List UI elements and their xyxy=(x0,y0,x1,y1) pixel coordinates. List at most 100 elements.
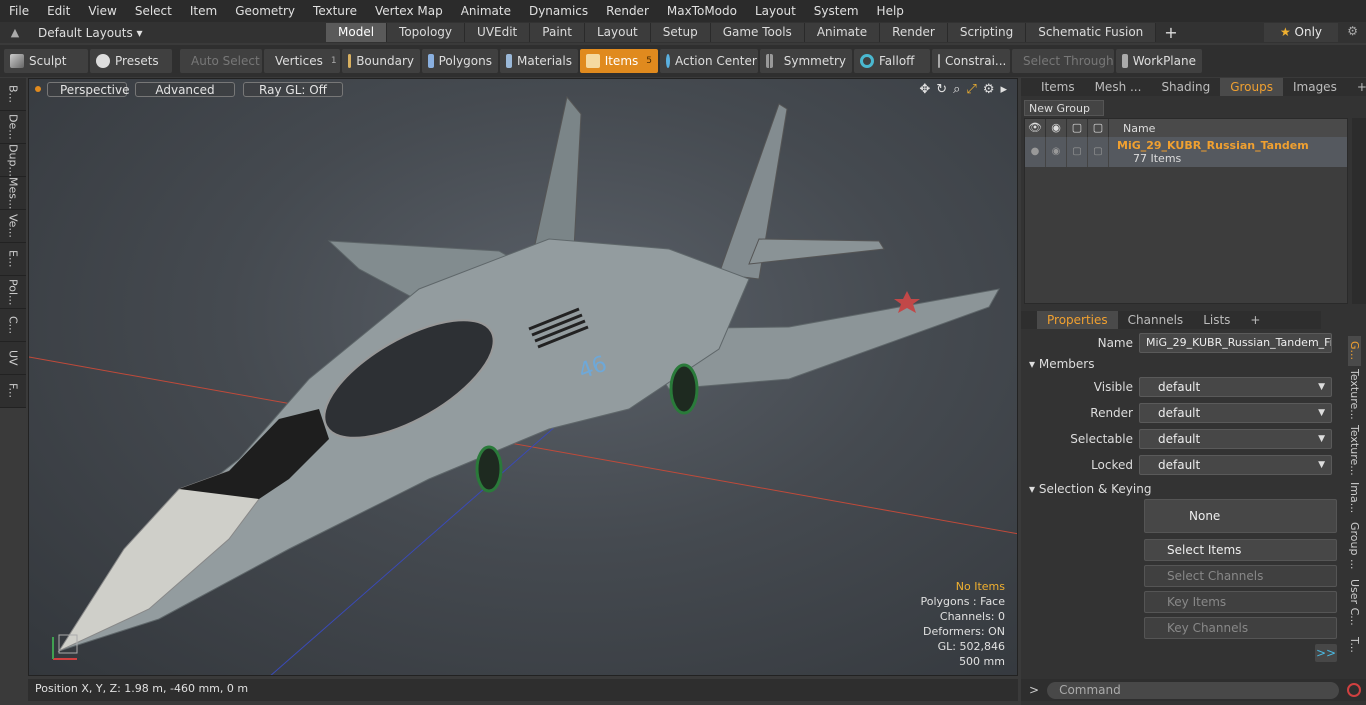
default-layouts-dropdown[interactable]: Default Layouts ▾ xyxy=(30,26,180,40)
menu-animate[interactable]: Animate xyxy=(452,0,520,22)
lock-toggle-icon[interactable]: ▢ xyxy=(1067,137,1088,167)
side-tab-2[interactable]: Texture... xyxy=(1348,422,1361,478)
visibility-toggle-icon[interactable]: ● xyxy=(1025,137,1046,167)
perspective-button[interactable]: Perspective xyxy=(47,81,130,97)
members-section[interactable]: ▾ Members xyxy=(1029,357,1094,371)
select-items-button[interactable]: Select Items xyxy=(1144,539,1337,561)
none-button[interactable]: None xyxy=(1144,499,1337,533)
new-group-button[interactable]: New Group xyxy=(1024,100,1104,116)
tab-images[interactable]: Images xyxy=(1283,78,1347,96)
layout-arrow-icon[interactable]: ▲ xyxy=(0,26,30,39)
menu-view[interactable]: View xyxy=(79,0,125,22)
menu-vertex-map[interactable]: Vertex Map xyxy=(366,0,452,22)
falloff-button[interactable]: Falloff xyxy=(854,49,930,73)
side-tab-6[interactable]: T... xyxy=(1348,630,1361,660)
side-tab-5[interactable]: User C... xyxy=(1348,574,1361,630)
render-toggle-icon[interactable]: ◉ xyxy=(1046,137,1067,167)
materials-button[interactable]: Materials xyxy=(500,49,578,73)
raygl-button[interactable]: Ray GL: Off xyxy=(243,81,343,97)
menu-system[interactable]: System xyxy=(805,0,868,22)
left-tab-2[interactable]: Dup... xyxy=(0,144,26,177)
selectable-dropdown[interactable]: default ▼ xyxy=(1139,429,1332,449)
side-tab-0[interactable]: G... xyxy=(1348,336,1361,366)
constraints-button[interactable]: Constrai... xyxy=(932,49,1010,73)
group-list-scrollbar[interactable] xyxy=(1352,118,1366,304)
tab-paint[interactable]: Paint xyxy=(530,23,585,42)
zoom-view-icon[interactable]: ⌕ xyxy=(953,82,960,97)
locked-dropdown[interactable]: default ▼ xyxy=(1139,455,1332,475)
menu-select[interactable]: Select xyxy=(126,0,181,22)
menu-layout[interactable]: Layout xyxy=(746,0,805,22)
left-tab-0[interactable]: B... xyxy=(0,78,26,111)
left-tab-9[interactable]: F... xyxy=(0,375,26,408)
rotate-view-icon[interactable]: ↻ xyxy=(936,82,947,97)
key-items-button[interactable]: Key Items xyxy=(1144,591,1337,613)
tab-schematic-fusion[interactable]: Schematic Fusion xyxy=(1026,23,1157,42)
tab-properties[interactable]: Properties xyxy=(1037,311,1118,329)
left-tab-6[interactable]: Pol... xyxy=(0,276,26,309)
tab-render[interactable]: Render xyxy=(880,23,948,42)
viewport-more-icon[interactable]: ▸ xyxy=(1000,82,1007,97)
add-panel-tab-icon[interactable]: + xyxy=(1347,78,1366,96)
items-button[interactable]: Items 5 xyxy=(580,49,658,73)
tab-animate[interactable]: Animate xyxy=(804,23,881,42)
key-channels-button[interactable]: Key Channels xyxy=(1144,617,1337,639)
gear-icon[interactable]: ⚙ xyxy=(1347,24,1358,38)
tab-setup[interactable]: Setup xyxy=(650,23,711,42)
viewport-settings-icon[interactable]: ⚙ xyxy=(983,82,995,97)
tab-groups[interactable]: Groups xyxy=(1220,78,1283,96)
name-column-header[interactable]: Name xyxy=(1109,122,1155,135)
only-button[interactable]: ★ Only xyxy=(1264,23,1338,42)
side-tab-4[interactable]: Group ... xyxy=(1348,518,1361,574)
selectable-toggle-icon[interactable]: ▢ xyxy=(1088,137,1109,167)
render-dropdown[interactable]: default ▼ xyxy=(1139,403,1332,423)
menu-dynamics[interactable]: Dynamics xyxy=(520,0,597,22)
viewport-menu-icon[interactable] xyxy=(35,86,41,92)
menu-geometry[interactable]: Geometry xyxy=(226,0,304,22)
tab-shading[interactable]: Shading xyxy=(1151,78,1220,96)
menu-item[interactable]: Item xyxy=(181,0,226,22)
menu-help[interactable]: Help xyxy=(868,0,913,22)
menu-file[interactable]: File xyxy=(0,0,38,22)
tab-scripting[interactable]: Scripting xyxy=(947,23,1027,42)
left-tab-4[interactable]: Ve... xyxy=(0,210,26,243)
tab-lists[interactable]: Lists xyxy=(1193,311,1240,329)
tab-layout[interactable]: Layout xyxy=(584,23,651,42)
tab-game-tools[interactable]: Game Tools xyxy=(710,23,805,42)
action-center-button[interactable]: Action Center xyxy=(660,49,758,73)
boundary-button[interactable]: Boundary xyxy=(342,49,420,73)
tab-model[interactable]: Model xyxy=(326,23,388,42)
left-tab-5[interactable]: E... xyxy=(0,243,26,276)
sculpt-button[interactable]: Sculpt xyxy=(4,49,88,73)
command-input[interactable]: Command xyxy=(1047,681,1340,699)
3d-viewport[interactable]: 46 Perspective Advanced Ray GL: Off ✥ ↻ … xyxy=(28,78,1018,676)
visible-dropdown[interactable]: default ▼ xyxy=(1139,377,1332,397)
tab-channels[interactable]: Channels xyxy=(1118,311,1194,329)
auto-select-button[interactable]: Auto Select xyxy=(180,49,262,73)
tab-uvedit[interactable]: UVEdit xyxy=(465,23,531,42)
selection-keying-section[interactable]: ▾ Selection & Keying xyxy=(1029,482,1151,496)
group-row[interactable]: ● ◉ ▢ ▢ MiG_29_KUBR_Russian_Tandem... 77… xyxy=(1025,137,1347,167)
more-button[interactable]: >> xyxy=(1315,644,1337,662)
tab-topology[interactable]: Topology xyxy=(387,23,466,42)
left-tab-3[interactable]: Mes... xyxy=(0,177,26,210)
vertices-button[interactable]: Vertices 1 xyxy=(264,49,340,73)
side-tab-3[interactable]: Ima... xyxy=(1348,478,1361,518)
menu-texture[interactable]: Texture xyxy=(304,0,366,22)
left-tab-8[interactable]: UV xyxy=(0,342,26,375)
add-props-tab-icon[interactable]: + xyxy=(1240,311,1270,329)
left-tab-1[interactable]: De... xyxy=(0,111,26,144)
left-tab-7[interactable]: C... xyxy=(0,309,26,342)
side-tab-1[interactable]: Texture... xyxy=(1348,366,1361,422)
workplane-button[interactable]: WorkPlane xyxy=(1116,49,1202,73)
tab-mesh[interactable]: Mesh ... xyxy=(1085,78,1152,96)
select-channels-button[interactable]: Select Channels xyxy=(1144,565,1337,587)
tab-items[interactable]: Items xyxy=(1021,78,1085,96)
menu-maxtomodo[interactable]: MaxToModo xyxy=(658,0,746,22)
advanced-button[interactable]: Advanced xyxy=(135,81,235,97)
record-macro-icon[interactable] xyxy=(1347,683,1362,697)
select-through-button[interactable]: Select Through xyxy=(1012,49,1114,73)
symmetry-button[interactable]: Symmetry xyxy=(760,49,852,73)
name-field[interactable]: MiG_29_KUBR_Russian_Tandem_Fight xyxy=(1139,333,1332,353)
polygons-button[interactable]: Polygons xyxy=(422,49,498,73)
